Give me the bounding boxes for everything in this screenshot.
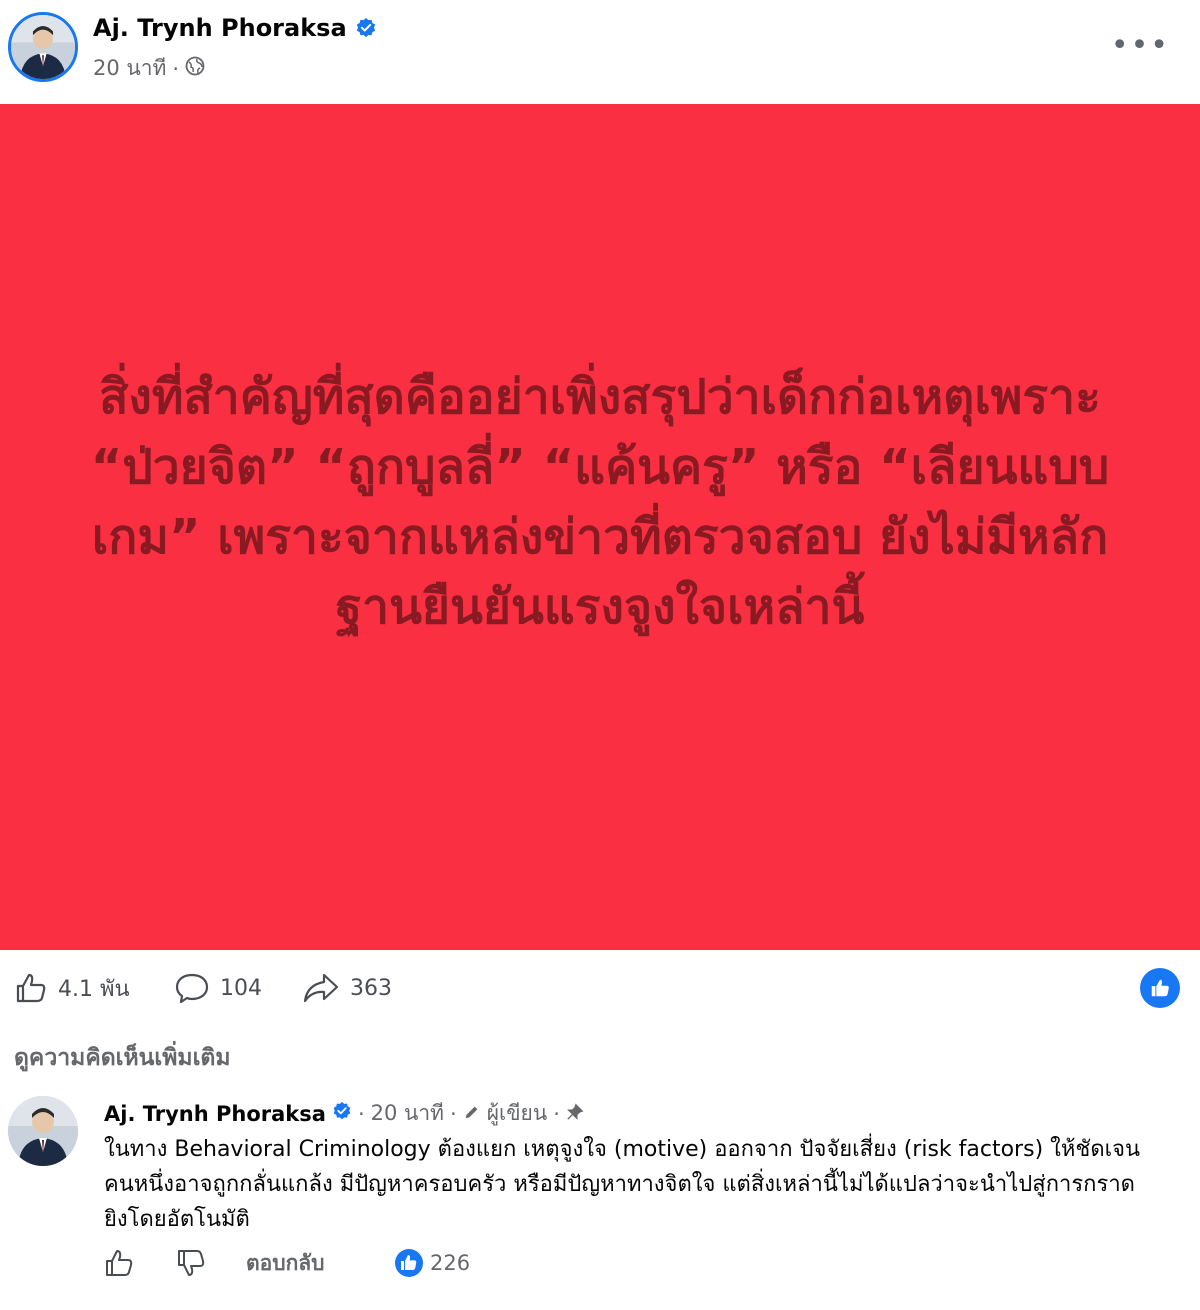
comment-button[interactable]: 104 (174, 960, 262, 1016)
more-dots-icon: ••• (1110, 28, 1170, 63)
thumbs-up-icon (1151, 979, 1169, 997)
reply-button[interactable]: ตอบกลับ (246, 1243, 325, 1283)
comment-actions: ตอบกลับ 226 (104, 1243, 604, 1283)
like-reaction-icon (395, 1249, 423, 1277)
share-count: 363 (350, 975, 392, 1001)
like-thumb-icon (16, 973, 46, 1003)
verified-badge-icon (332, 1101, 352, 1126)
like-reaction-badge[interactable] (1140, 968, 1180, 1008)
verified-badge-icon (355, 17, 377, 39)
comment-separator: · (553, 1101, 560, 1126)
commenter-avatar[interactable] (8, 1096, 78, 1166)
avatar-image (11, 15, 75, 79)
meta-separator: · (172, 56, 180, 81)
more-options-button[interactable]: ••• (1111, 28, 1170, 63)
post-time[interactable]: 20 นาที (93, 52, 166, 85)
comment-separator: · (357, 1101, 365, 1126)
comment-header: Aj. Trynh Phoraksa · 20 นาที · ผู้เขียน … (104, 1097, 584, 1130)
pin-icon (566, 1102, 584, 1126)
like-count: 4.1 พัน (58, 976, 130, 1002)
comment-separator: · (450, 1101, 457, 1126)
like-button[interactable]: 4.1 พัน (14, 960, 130, 1016)
comment-count: 104 (220, 975, 262, 1001)
pencil-icon (463, 1102, 481, 1126)
globe-icon (185, 56, 205, 81)
share-button[interactable]: 363 (302, 960, 392, 1016)
like-thumb-icon (106, 1250, 133, 1276)
post-text-card: สิ่งที่สำคัญที่สุดคืออย่าเพิ่งสรุปว่าเด็… (0, 104, 1200, 950)
avatar-image (8, 1096, 78, 1166)
comment-text: ในทาง Behavioral Criminology ต้องแยก เหต… (104, 1137, 1141, 1232)
comment-time[interactable]: 20 นาที (371, 1097, 444, 1130)
comment-like-button[interactable] (104, 1243, 134, 1283)
author-avatar[interactable] (8, 12, 78, 82)
author-name[interactable]: Aj. Trynh Phoraksa (93, 14, 347, 42)
share-arrow-icon (303, 973, 339, 1003)
post-stats-bar: 4.1 พัน 104 363 (0, 960, 1200, 1016)
see-more-comments-link[interactable]: ดูความคิดเห็นเพิ่มเติม (14, 1040, 231, 1076)
post-card-text: สิ่งที่สำคัญที่สุดคืออย่าเพิ่งสรุปว่าเด็… (90, 369, 1110, 635)
author-role-label: ผู้เขียน (486, 1101, 548, 1125)
post-header: Aj. Trynh Phoraksa 20 นาที · ••• (0, 0, 1200, 104)
comment-bubble-icon (175, 973, 209, 1004)
thumbs-down-icon (178, 1250, 205, 1276)
comment-author-name[interactable]: Aj. Trynh Phoraksa (104, 1102, 326, 1126)
reaction-count: 226 (430, 1251, 471, 1275)
comment-dislike-button[interactable] (176, 1243, 206, 1283)
comment-reaction-count[interactable]: 226 (394, 1243, 470, 1283)
